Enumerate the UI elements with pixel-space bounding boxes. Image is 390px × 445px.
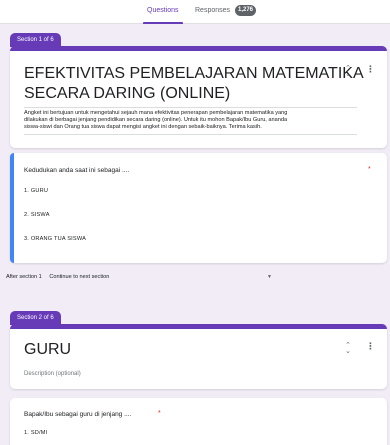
tab-active-indicator xyxy=(143,22,183,24)
section-2-tag: Section 2 of 6 xyxy=(10,311,61,325)
required-asterisk: * xyxy=(158,410,161,417)
section-2-description-placeholder[interactable]: Description (optional) xyxy=(24,371,81,377)
question-2-text[interactable]: Bapak/Ibu sebagai guru di jenjang .... xyxy=(24,411,131,418)
form-description-line-3[interactable]: siswa-siswi dan Orang tua siswa dapat me… xyxy=(24,124,262,132)
form-title-line-1[interactable]: EFEKTIVITAS PEMBELAJARAN MATEMATIKA xyxy=(24,64,364,83)
option-siswa[interactable]: 2. SISWA xyxy=(24,212,50,218)
option-orang-tua-siswa[interactable]: 3. ORANG TUA SISWA xyxy=(24,236,86,242)
section-2-header-card[interactable]: GURU ⌃ ⌄ ⋮ Description (optional) xyxy=(10,324,387,389)
required-asterisk: * xyxy=(368,166,371,173)
after-section-dropdown[interactable]: Continue to next section xyxy=(49,274,109,280)
collapse-section-icon[interactable]: ⌃ ⌄ xyxy=(343,342,353,355)
form-title-line-2[interactable]: SECARA DARING (ONLINE) xyxy=(24,84,230,103)
option-guru[interactable]: 1. GURU xyxy=(24,188,48,194)
section-1-tag: Section 1 of 6 xyxy=(10,33,61,47)
section-1-header-card[interactable]: EFEKTIVITAS PEMBELAJARAN MATEMATIKA SECA… xyxy=(10,46,387,148)
after-section-label: After section 1 xyxy=(6,274,42,280)
section-2-title[interactable]: GURU xyxy=(24,340,71,359)
responses-count-badge: 1,276 xyxy=(235,5,257,16)
tab-responses[interactable]: Responses xyxy=(195,7,230,14)
dropdown-arrow-icon[interactable]: ▼ xyxy=(267,274,272,280)
more-options-icon[interactable]: ⋮ xyxy=(366,64,375,76)
question-1-card[interactable]: Kedudukan anda saat ini sebagai .... * 1… xyxy=(10,153,387,263)
tab-questions[interactable]: Questions xyxy=(147,7,179,14)
option-sd-mi[interactable]: 1. SD/MI xyxy=(24,430,47,436)
more-options-icon[interactable]: ⋮ xyxy=(366,341,375,353)
top-tab-bar: Questions Responses 1,276 xyxy=(0,0,390,24)
collapse-section-icon[interactable]: ⌃ ⌄ xyxy=(343,65,353,78)
question-2-card[interactable]: Bapak/Ibu sebagai guru di jenjang .... *… xyxy=(10,398,387,445)
question-1-text[interactable]: Kedudukan anda saat ini sebagai .... xyxy=(24,167,129,174)
description-underline xyxy=(24,134,357,135)
title-underline xyxy=(24,107,357,108)
after-section-row: After section 1 Continue to next section xyxy=(6,274,109,280)
